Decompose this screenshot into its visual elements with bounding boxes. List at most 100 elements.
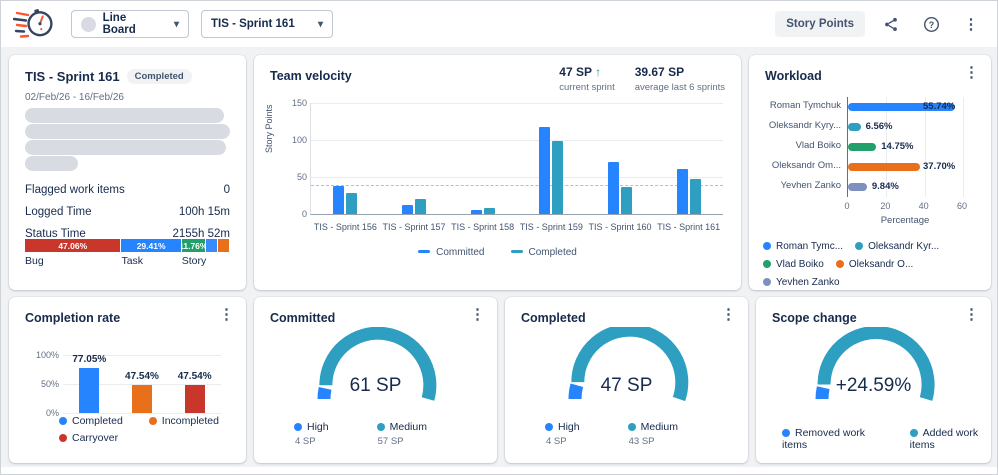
gridline <box>963 97 964 197</box>
stat-row: Logged Time 100h 15m <box>25 201 230 223</box>
bar-completed-0[interactable] <box>346 193 358 214</box>
sprint-summary-card: TIS - Sprint 161 Completed 02/Feb/26 - 1… <box>9 55 246 290</box>
card-menu-icon[interactable]: ⋮ <box>219 307 234 322</box>
legend-item[interactable]: Roman Tymc... <box>763 241 843 252</box>
x-tick-label: 40 <box>918 201 929 211</box>
workload-value: 55.74% <box>923 101 956 112</box>
svg-text:?: ? <box>928 19 933 29</box>
card-menu-icon[interactable]: ⋮ <box>470 307 485 322</box>
gauge-legend: Removed work items Added work items <box>782 427 991 451</box>
legend-medium[interactable]: Medium 57 SP <box>376 421 427 447</box>
card-menu-icon[interactable]: ⋮ <box>964 307 979 322</box>
legend-item[interactable]: Vlad Boiko <box>763 259 824 270</box>
workload-bar-4[interactable] <box>848 163 921 171</box>
workload-bar-3[interactable] <box>848 143 877 151</box>
gauge-legend: High 4 SP Medium 43 SP <box>545 421 678 447</box>
dashboard-content: TIS - Sprint 161 Completed 02/Feb/26 - 1… <box>1 47 997 467</box>
stat-value: 0 <box>223 184 230 196</box>
workload-legend: Roman Tymc... Oleksandr Kyr... Vlad Boik… <box>763 241 983 288</box>
type-segment-Story[interactable]: 11.76% <box>181 239 205 252</box>
story-points-button[interactable]: Story Points <box>775 11 865 37</box>
workload-value: 9.84% <box>871 181 899 192</box>
current-sprint-stat: 47 SP ↑ current sprint <box>559 65 615 93</box>
legend-removed[interactable]: Removed work items <box>782 427 876 451</box>
type-segment-other-3[interactable] <box>205 239 217 252</box>
assignee-label: Oleksandr Om... <box>771 160 841 171</box>
y-tick-label: 150 <box>291 98 307 108</box>
sprint-status-badge: Completed <box>126 69 192 84</box>
bar-carryover[interactable] <box>184 385 205 413</box>
bar-committed-2[interactable] <box>470 210 482 214</box>
type-segment-other-4[interactable] <box>217 239 229 252</box>
stat-label: Flagged work items <box>25 184 125 196</box>
bar-committed-3[interactable] <box>539 127 551 214</box>
share-icon[interactable] <box>877 10 905 38</box>
average-line <box>311 184 723 186</box>
workload-chart: 55.74% 6.56% 14.75% 37.70% 9.84% Percentage … <box>761 97 981 229</box>
legend-high[interactable]: High 4 SP <box>545 421 580 447</box>
legend-item[interactable]: Carryover <box>59 432 118 444</box>
chevron-down-icon: ▾ <box>317 18 323 30</box>
legend-committed[interactable]: Committed <box>418 247 485 258</box>
sprint-dropdown[interactable]: TIS - Sprint 161 ▾ <box>201 10 333 38</box>
legend-item[interactable]: Yevhen Zanko <box>763 277 840 288</box>
gauge-value: +24.59% <box>835 375 912 396</box>
x-tick-label: 60 <box>956 201 967 211</box>
bar-completed-3[interactable] <box>552 140 564 214</box>
assignee-label: Roman Tymchuk <box>769 100 841 111</box>
stat-value: 100h 15m <box>178 206 230 218</box>
velocity-stats: 47 SP ↑ current sprint 39.67 SP average … <box>559 65 725 93</box>
card-menu-icon[interactable]: ⋮ <box>721 307 736 322</box>
gauge-legend: High 4 SP Medium 57 SP <box>294 421 427 447</box>
bar-committed-5[interactable] <box>676 168 688 214</box>
sprint-stats: Flagged work items 0 Logged Time 100h 15… <box>25 179 230 245</box>
scope-change-card: Scope change ⋮ +24.59% Removed work item… <box>756 297 991 463</box>
bar-completed-4[interactable] <box>621 187 632 214</box>
velocity-plot: 0 50 100 150 TIS - Sprint 156 TIS - Sprint 15… <box>292 98 723 232</box>
bar-value-label: 47.54% <box>177 371 212 383</box>
type-segment-Bug[interactable]: 47.06% <box>25 239 121 252</box>
bar-completed-5[interactable] <box>689 179 701 214</box>
legend-completed[interactable]: Completed <box>510 247 577 258</box>
completion-rate-card: Completion rate ⋮ 0% 50% 100% 77.05% 47.54% 4… <box>9 297 246 463</box>
legend-added[interactable]: Added work items <box>909 427 991 451</box>
committed-gauge: 61 SP <box>301 326 451 407</box>
gridline <box>311 140 723 141</box>
card-menu-icon[interactable]: ⋮ <box>964 65 979 80</box>
bar-completed-1[interactable] <box>415 199 426 214</box>
workload-value: 14.75% <box>881 141 914 152</box>
workload-value: 37.70% <box>923 161 956 172</box>
bar-committed-4[interactable] <box>608 162 619 214</box>
legend-item[interactable]: Oleksandr O... <box>835 259 913 270</box>
type-label: Bug <box>25 255 44 267</box>
legend-medium[interactable]: Medium 43 SP <box>627 421 678 447</box>
board-dropdown-label: Line Board <box>102 12 136 36</box>
bar-committed-0[interactable] <box>333 185 345 214</box>
y-tick-label: 100% <box>35 350 59 360</box>
sprint-dropdown-label: TIS - Sprint 161 <box>211 18 295 30</box>
bar-incompleted[interactable] <box>132 385 152 413</box>
bar-completed[interactable] <box>79 368 100 413</box>
workload-bar-5[interactable] <box>848 183 867 191</box>
y-tick-label: 50% <box>40 379 59 389</box>
bar-committed-1[interactable] <box>402 205 413 214</box>
app-logo-icon <box>13 9 53 38</box>
type-distribution-labels: Bug Task Story <box>25 255 230 269</box>
committed-card: Committed ⋮ 61 SP High 4 SP Medium 57 SP <box>254 297 497 463</box>
help-icon[interactable]: ? <box>917 10 945 38</box>
bar-completed-2[interactable] <box>483 208 495 214</box>
chevron-down-icon: ▾ <box>173 18 179 30</box>
y-tick-label: 0 <box>301 209 307 219</box>
legend-item[interactable]: Completed <box>59 415 123 427</box>
legend-item[interactable]: Oleksandr Kyr... <box>855 241 939 252</box>
x-axis-label: TIS - Sprint 161 <box>657 222 721 232</box>
legend-high[interactable]: High 4 SP <box>294 421 329 447</box>
more-menu-icon[interactable]: ⋮ <box>957 10 985 38</box>
board-dropdown[interactable]: Line Board ▾ <box>71 10 189 38</box>
workload-bar-2[interactable] <box>848 123 861 131</box>
dashboard: { "topbar": { "board_dropdown": { "label… <box>0 0 998 475</box>
legend-item[interactable]: Incompleted <box>148 415 219 427</box>
type-segment-Task[interactable]: 29.41% <box>121 239 181 252</box>
sprint-title: TIS - Sprint 161 <box>25 69 120 84</box>
y-tick-label: 0% <box>45 408 59 418</box>
